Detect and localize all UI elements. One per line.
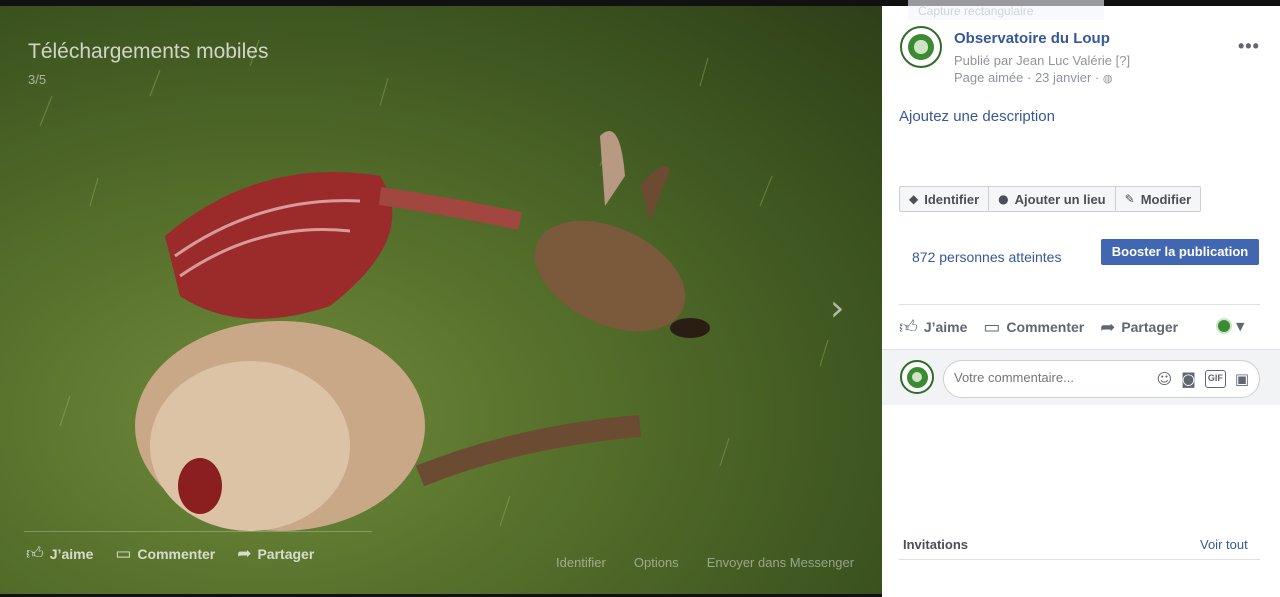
share-label: Partager: [1121, 319, 1179, 335]
tag-icon: ◆: [909, 192, 919, 206]
page-avatar[interactable]: [900, 26, 942, 68]
album-title[interactable]: Téléchargements mobiles: [28, 40, 268, 64]
deer-carcass-photo: [39, 39, 829, 531]
photo-links: Identifier Options Envoyer dans Messenge…: [556, 555, 854, 570]
comment-box[interactable]: ☺ ◙ GIF ▣: [943, 360, 1260, 398]
photo-like-label: J’aime: [49, 545, 94, 562]
identify-button[interactable]: ◆ Identifier: [900, 187, 990, 211]
comment-label: Commenter: [1006, 319, 1085, 335]
page-mini-avatar: [1216, 318, 1232, 334]
comment-tools: ☺ ◙ GIF ▣: [1157, 370, 1249, 388]
post-action-bar: 👍︎ J’aime ▭ Commenter ➦ Partager: [899, 316, 1178, 339]
photo-like-button[interactable]: 👍︎ J’aime: [26, 543, 93, 564]
photo-comment-button[interactable]: ▭ Commenter: [115, 543, 215, 564]
camera-icon[interactable]: ◙: [1181, 370, 1196, 388]
see-all-link[interactable]: Voir tout: [1200, 537, 1248, 552]
post-side-panel: Observatoire du Loup Publié par Jean Luc…: [882, 6, 1280, 597]
photo-footer-divider: [24, 531, 372, 532]
add-description-link[interactable]: Ajoutez une description: [899, 108, 1055, 125]
comment-input[interactable]: [954, 370, 1144, 385]
photo-area[interactable]: Téléchargements mobiles 3/5 › 👍︎ J’aime …: [0, 6, 882, 594]
divider: [899, 559, 1260, 560]
reach-count-link[interactable]: 872 personnes atteintes: [912, 249, 1061, 265]
post-author-line: Publié par Jean Luc Valérie [?]: [954, 53, 1130, 68]
page-liked-label: Page aimée: [954, 70, 1024, 85]
post-date[interactable]: 23 janvier: [1035, 70, 1091, 85]
like-button[interactable]: 👍︎ J’aime: [899, 316, 967, 338]
more-options-button[interactable]: •••: [1238, 36, 1260, 57]
post-edit-buttons: ◆ Identifier ● Ajouter un lieu ✎ Modifie…: [899, 186, 1202, 212]
like-label: J’aime: [923, 319, 968, 335]
location-pin-icon: ●: [998, 192, 1009, 206]
emoji-icon[interactable]: ☺: [1157, 370, 1173, 388]
photo-link-identify[interactable]: Identifier: [556, 555, 606, 570]
page-name-link[interactable]: Observatoire du Loup: [954, 30, 1110, 47]
edit-button[interactable]: ✎ Modifier: [1116, 187, 1201, 211]
photo-link-options[interactable]: Options: [634, 555, 679, 570]
comment-composer: ☺ ◙ GIF ▣: [882, 349, 1280, 405]
comment-icon: ▭: [115, 543, 132, 564]
boost-post-button[interactable]: Booster la publication: [1101, 239, 1259, 265]
share-icon: ➦: [237, 543, 252, 564]
edit-label: Modifier: [1140, 191, 1192, 207]
add-location-label: Ajouter un lieu: [1014, 191, 1106, 207]
commenter-avatar: [900, 360, 934, 394]
comment-button[interactable]: ▭ Commenter: [983, 316, 1084, 338]
chevron-down-icon: ▼: [1236, 319, 1245, 333]
globe-icon[interactable]: ◍: [1103, 72, 1113, 85]
photo-viewer: Téléchargements mobiles 3/5 › 👍︎ J’aime …: [0, 0, 1280, 597]
photo-action-bar: 👍︎ J’aime ▭ Commenter ➦ Partager: [26, 543, 314, 565]
acting-as-selector[interactable]: ▼: [1216, 318, 1244, 334]
sticker-icon[interactable]: ▣: [1235, 370, 1249, 388]
chevron-right-icon[interactable]: ›: [830, 288, 844, 329]
like-icon: 👍︎: [26, 544, 44, 564]
share-button[interactable]: ➦ Partager: [1100, 316, 1178, 338]
pencil-icon: ✎: [1124, 192, 1135, 206]
comment-icon: ▭: [983, 316, 1001, 338]
invitations-heading: Invitations: [903, 537, 969, 552]
like-icon: 👍︎: [899, 317, 918, 338]
post-meta-line: Page aimée · 23 janvier · ◍: [954, 70, 1113, 85]
photo-comment-label: Commenter: [137, 545, 216, 562]
gif-icon[interactable]: GIF: [1204, 370, 1226, 388]
photo-link-messenger[interactable]: Envoyer dans Messenger: [707, 555, 854, 570]
photo-counter: 3/5: [28, 72, 47, 87]
photo-share-label: Partager: [257, 545, 315, 562]
photo-share-button[interactable]: ➦ Partager: [237, 543, 314, 564]
capture-overlay: Capture rectangulaire: [908, 0, 1104, 20]
divider: [899, 304, 1260, 305]
help-marker[interactable]: [?]: [1116, 53, 1130, 68]
identify-label: Identifier: [924, 191, 980, 207]
published-by[interactable]: Publié par Jean Luc Valérie: [954, 53, 1112, 68]
share-icon: ➦: [1100, 316, 1116, 338]
add-location-button[interactable]: ● Ajouter un lieu: [989, 187, 1116, 211]
